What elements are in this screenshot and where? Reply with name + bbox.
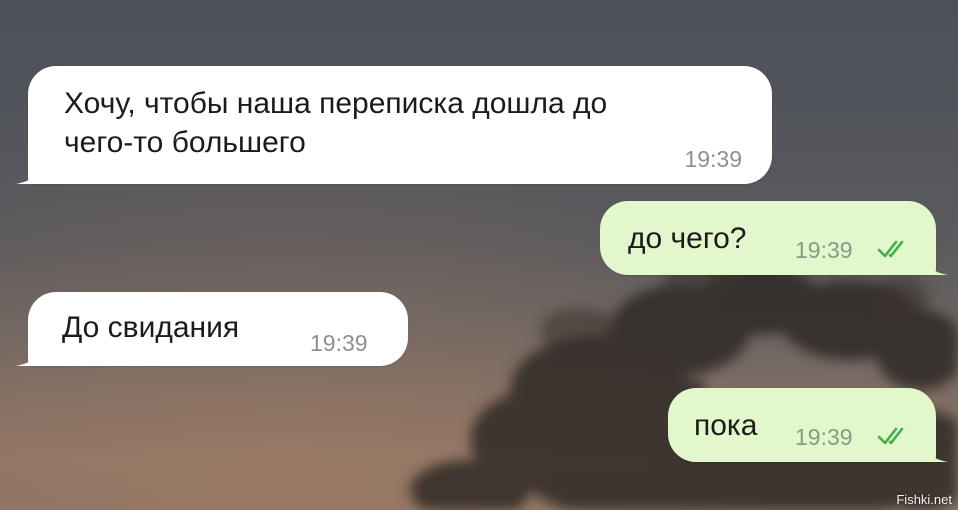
outgoing-message[interactable]: пока 19:39 xyxy=(668,388,948,462)
message-text: Хочу, чтобы наша переписка дошла до чего… xyxy=(64,84,607,162)
message-text: до чего? xyxy=(628,222,747,255)
incoming-message[interactable]: Хочу, чтобы наша переписка дошла до чего… xyxy=(16,66,772,184)
message-time: 19:39 xyxy=(310,330,368,356)
message-line: Хочу, чтобы наша переписка дошла до xyxy=(64,87,608,120)
message-text: пока xyxy=(694,409,758,442)
chat-screen: Хочу, чтобы наша переписка дошла до чего… xyxy=(0,0,958,510)
watermark: Fishki.net xyxy=(896,492,952,507)
message-text: До свидания xyxy=(62,311,240,344)
bubble-tail xyxy=(16,344,42,366)
message-line: чего-то большего xyxy=(64,126,306,159)
bubble-tail xyxy=(922,253,948,275)
outgoing-message[interactable]: до чего? 19:39 xyxy=(600,201,948,275)
incoming-message[interactable]: До свидания 19:39 xyxy=(16,292,408,366)
message-time: 19:39 xyxy=(795,424,853,450)
double-check-icon xyxy=(877,427,904,445)
bubble-tail xyxy=(922,440,948,462)
bubble-tail xyxy=(16,162,42,184)
message-time: 19:39 xyxy=(795,237,853,263)
message-time: 19:39 xyxy=(684,146,742,172)
double-check-icon xyxy=(877,240,904,258)
